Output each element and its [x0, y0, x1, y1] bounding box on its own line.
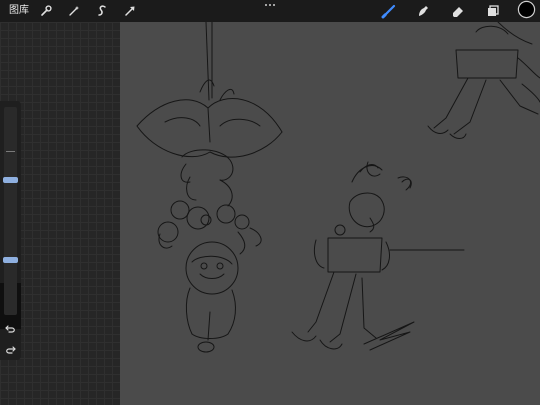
wrench-icon[interactable] [38, 3, 54, 19]
undo-icon[interactable] [4, 320, 17, 333]
top-toolbar: 图库 [0, 0, 540, 22]
opacity-slider[interactable] [4, 233, 17, 315]
brush-size-marker [6, 151, 15, 152]
layers-icon[interactable] [485, 3, 501, 19]
selection-s-icon[interactable] [94, 3, 110, 19]
gallery-button[interactable]: 图库 [9, 3, 29, 19]
arrow-cursor-icon[interactable] [122, 3, 138, 19]
magic-wand-icon[interactable] [66, 3, 82, 19]
color-picker-button[interactable] [519, 2, 534, 17]
left-sidebar [0, 101, 21, 360]
sketch-artwork [136, 22, 540, 353]
drawing-canvas[interactable] [120, 22, 540, 405]
redo-icon[interactable] [4, 341, 17, 354]
brush-icon[interactable] [381, 3, 397, 19]
eraser-icon[interactable] [450, 3, 466, 19]
more-options-button[interactable] [262, 0, 278, 10]
opacity-handle[interactable] [3, 257, 18, 263]
brush-size-handle[interactable] [3, 177, 18, 183]
smudge-icon[interactable] [415, 3, 431, 19]
